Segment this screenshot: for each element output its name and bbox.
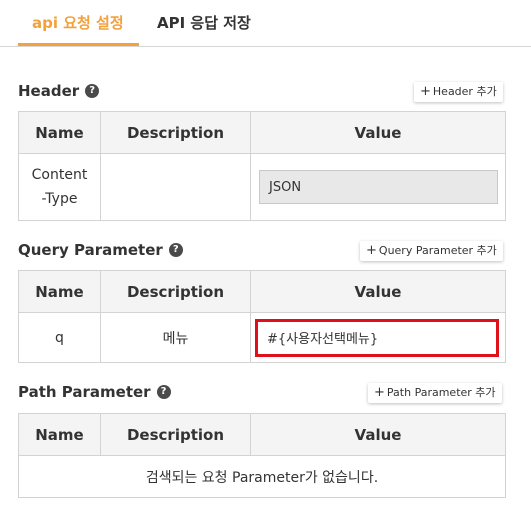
- query-title-text: Query Parameter: [18, 241, 163, 259]
- add-path-parameter-button[interactable]: + Path Parameter 추가: [368, 383, 502, 403]
- column-header-name: Name: [18, 111, 101, 154]
- path-title-text: Path Parameter: [18, 383, 151, 401]
- column-header-description: Description: [100, 270, 251, 313]
- header-description-cell: [100, 153, 251, 221]
- active-tab-indicator: [18, 43, 139, 46]
- help-icon[interactable]: ?: [156, 385, 171, 399]
- column-header-description: Description: [100, 111, 251, 154]
- column-header-value: Value: [250, 270, 506, 313]
- query-value-field[interactable]: #{사용자선택메뉴}: [255, 318, 499, 357]
- table-row: q 메뉴 #{사용자선택메뉴}: [18, 312, 506, 363]
- header-value-cell: JSON: [250, 153, 506, 221]
- empty-message: 검색되는 요청 Parameter가 없습니다.: [18, 455, 506, 498]
- column-header-value: Value: [250, 413, 506, 456]
- header-section-title: Header ?: [18, 80, 100, 102]
- plus-icon: +: [420, 84, 431, 99]
- header-table: Name Description Value Content -Type JSO…: [18, 111, 506, 221]
- add-query-parameter-label: Query Parameter 추가: [378, 244, 497, 257]
- path-section-title: Path Parameter ?: [18, 381, 171, 403]
- add-header-button[interactable]: + Header 추가: [414, 82, 503, 102]
- help-icon[interactable]: ?: [168, 243, 183, 257]
- plus-icon: +: [366, 243, 377, 258]
- column-header-name: Name: [18, 413, 101, 456]
- plus-icon: +: [374, 385, 385, 400]
- column-header-name: Name: [18, 270, 101, 313]
- query-value-cell: #{사용자선택메뉴}: [250, 312, 506, 363]
- table-row: 검색되는 요청 Parameter가 없습니다.: [18, 455, 506, 498]
- tab-api-response-save[interactable]: API 응답 저장: [157, 10, 251, 36]
- add-query-parameter-button[interactable]: + Query Parameter 추가: [360, 241, 503, 261]
- table-row: Content -Type JSON: [18, 153, 506, 221]
- query-parameter-table: Name Description Value q 메뉴 #{사용자선택메뉴}: [18, 270, 506, 363]
- header-name-cell: Content -Type: [18, 153, 101, 221]
- query-description-cell: 메뉴: [100, 312, 251, 363]
- add-path-parameter-label: Path Parameter 추가: [386, 386, 496, 399]
- help-icon[interactable]: ?: [85, 84, 100, 98]
- tab-api-request-settings[interactable]: api 요청 설정: [32, 10, 124, 36]
- query-name-cell: q: [18, 312, 101, 363]
- path-parameter-table: Name Description Value 검색되는 요청 Parameter…: [18, 413, 506, 498]
- column-header-value: Value: [250, 111, 506, 154]
- query-section-title: Query Parameter ?: [18, 239, 183, 261]
- header-value-field[interactable]: JSON: [259, 170, 498, 204]
- add-header-label: Header 추가: [432, 85, 497, 98]
- column-header-description: Description: [100, 413, 251, 456]
- tab-bar: api 요청 설정 API 응답 저장: [0, 0, 531, 47]
- header-title-text: Header: [18, 82, 80, 100]
